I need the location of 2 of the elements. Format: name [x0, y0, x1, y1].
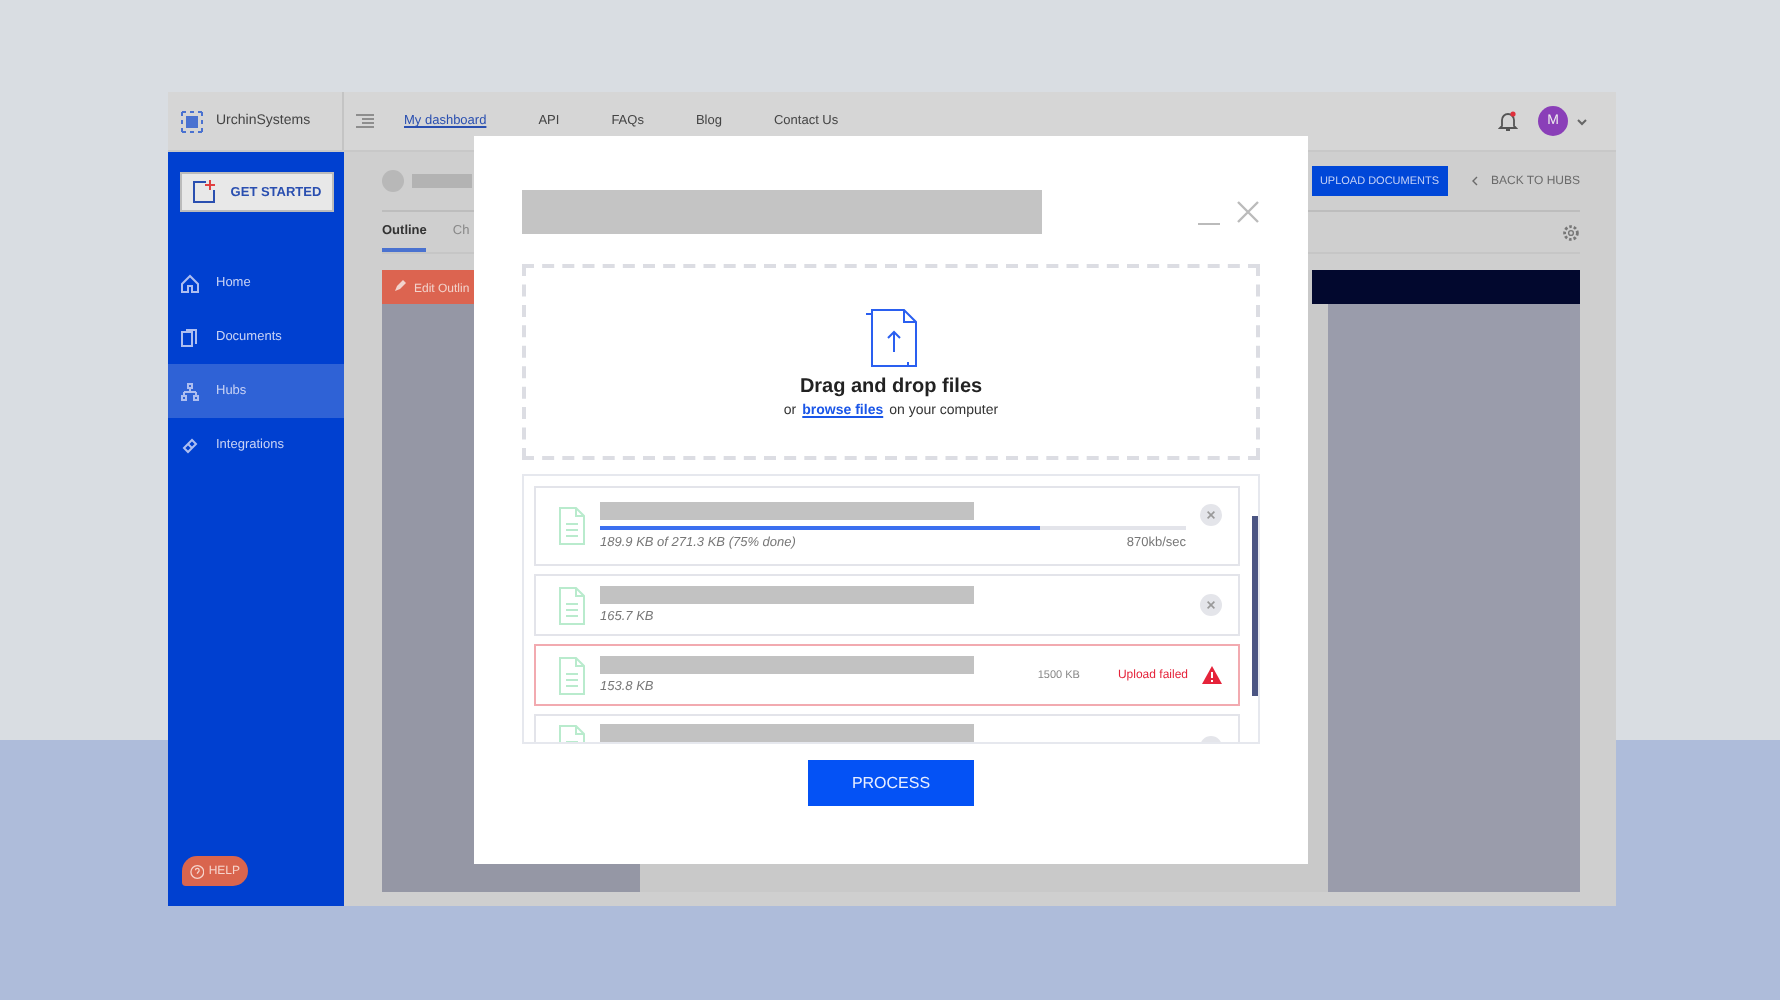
drop-title: Drag and drop files — [799, 375, 983, 397]
process-button[interactable]: PROCESS — [808, 760, 974, 806]
